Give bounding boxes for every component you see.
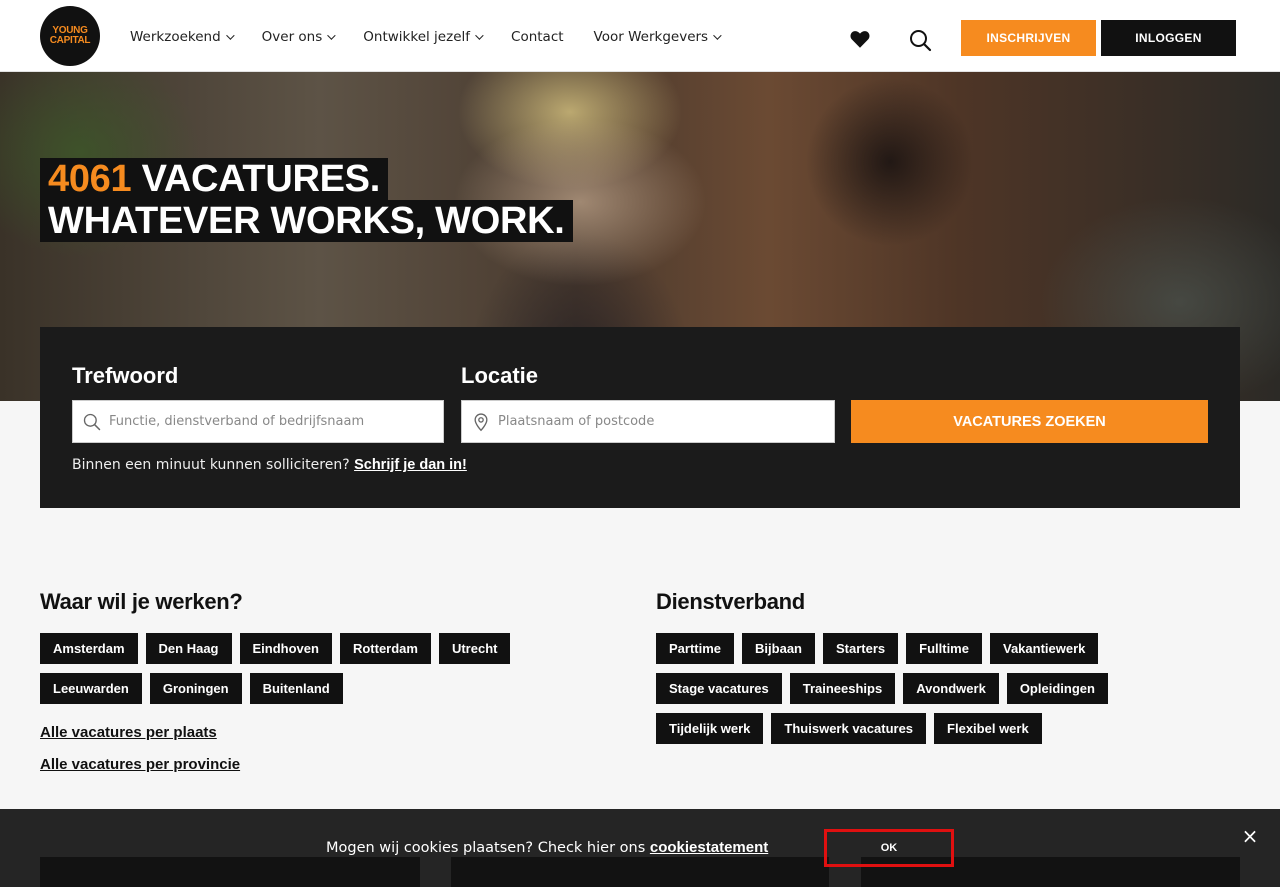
cookie-text: Mogen wij cookies plaatsen? Check hier o… [326, 840, 650, 856]
employment-tag[interactable]: Starters [823, 633, 899, 664]
employment-tag[interactable]: Avondwerk [903, 673, 999, 704]
hero-title: 4061 VACATURES. WHATEVER WORKS, WORK. [40, 158, 573, 242]
signup-link[interactable]: Schrijf je dan in! [354, 457, 467, 473]
employment-tag[interactable]: Traineeships [789, 673, 896, 704]
keyword-placeholder: Functie, dienstverband of bedrijfsnaam [109, 414, 365, 429]
login-button[interactable]: INLOGGEN [1101, 20, 1236, 56]
signup-button[interactable]: INSCHRIJVEN [961, 20, 1096, 56]
location-tags: Amsterdam Den Haag Eindhoven Rotterdam U… [40, 633, 560, 704]
employment-tag[interactable]: Fulltime [906, 633, 982, 664]
location-tag[interactable]: Leeuwarden [40, 673, 142, 704]
location-tag[interactable]: Groningen [149, 673, 242, 704]
hero-line-1: 4061 VACATURES. [40, 158, 388, 200]
vacancy-search-panel: Trefwoord Functie, dienstverband of bedr… [40, 327, 1240, 508]
logo-text-capital: CAPITAL [49, 35, 91, 46]
location-tag[interactable]: Rotterdam [339, 633, 431, 664]
keyword-input[interactable]: Functie, dienstverband of bedrijfsnaam [72, 400, 444, 443]
nav-item-label: Ontwikkel jezelf [363, 29, 471, 45]
hero-line-2: WHATEVER WORKS, WORK. [40, 200, 573, 242]
nav-item-ontwikkel-jezelf[interactable]: Ontwikkel jezelf [363, 27, 484, 47]
keyword-label: Trefwoord [72, 363, 179, 388]
chevron-down-icon [327, 31, 336, 40]
chevron-down-icon [713, 31, 722, 40]
location-tag[interactable]: Buitenland [249, 673, 343, 704]
chevron-down-icon [225, 31, 235, 40]
nav-item-label: Werkzoekend [130, 29, 221, 45]
employment-tag[interactable]: Parttime [656, 633, 735, 664]
nav-item-label: Over ons [261, 29, 323, 45]
search-icon[interactable] [908, 28, 932, 52]
nav-item-label: Voor Werkgevers [593, 29, 709, 45]
employment-tag[interactable]: Bijbaan [742, 633, 815, 664]
employment-tag[interactable]: Flexibel werk [934, 713, 1042, 744]
locations-title: Waar wil je werken? [40, 589, 243, 614]
chevron-down-icon [475, 31, 484, 40]
all-vacancies-per-province-link[interactable]: Alle vacatures per provincie [40, 756, 240, 773]
location-pin-icon [474, 413, 488, 432]
cookie-message: Mogen wij cookies plaatsen? Check hier o… [326, 839, 768, 856]
nav-item-contact[interactable]: Contact [511, 27, 564, 47]
site-header: YOUNG CAPITAL Werkzoekend Over ons Ontwi… [0, 0, 1280, 72]
cookie-ok-button[interactable]: OK [824, 829, 954, 867]
location-input[interactable]: Plaatsnaam of postcode [461, 400, 835, 443]
location-tag[interactable]: Eindhoven [239, 633, 332, 664]
nav-item-label: Contact [511, 29, 564, 45]
employment-tags: Parttime Bijbaan Starters Fulltime Vakan… [656, 633, 1156, 744]
employment-tag[interactable]: Stage vacatures [656, 673, 782, 704]
location-placeholder: Plaatsnaam of postcode [498, 414, 655, 429]
nav-item-voor-werkgevers[interactable]: Voor Werkgevers [593, 27, 722, 47]
employment-tag[interactable]: Thuiswerk vacatures [771, 713, 927, 744]
employment-title: Dienstverband [656, 589, 805, 614]
cookie-banner: Mogen wij cookies plaatsen? Check hier o… [0, 809, 1280, 887]
employment-tag[interactable]: Opleidingen [1006, 673, 1108, 704]
heart-icon[interactable] [849, 28, 871, 50]
employment-tag[interactable]: Vakantiewerk [989, 633, 1099, 664]
close-icon[interactable]: × [1240, 826, 1260, 846]
vacancy-count: 4061 [48, 158, 132, 200]
signup-note-text: Binnen een minuut kunnen solliciteren? [72, 457, 355, 473]
youngcapital-logo[interactable]: YOUNG CAPITAL [40, 6, 100, 66]
main-nav: Werkzoekend Over ons Ontwikkel jezelf Co… [130, 27, 749, 47]
location-tag[interactable]: Den Haag [145, 633, 232, 664]
search-icon [83, 413, 101, 431]
search-vacancies-button[interactable]: VACATURES ZOEKEN [851, 400, 1208, 443]
location-label: Locatie [461, 363, 539, 388]
cookie-statement-link[interactable]: cookiestatement [650, 839, 768, 856]
nav-item-werkzoekend[interactable]: Werkzoekend [130, 27, 235, 47]
employment-tag[interactable]: Tijdelijk werk [656, 713, 764, 744]
hero-line-1-text: VACATURES. [131, 158, 381, 200]
location-tag[interactable]: Amsterdam [40, 633, 138, 664]
signup-note: Binnen een minuut kunnen solliciteren? S… [72, 457, 467, 473]
nav-item-over-ons[interactable]: Over ons [261, 27, 336, 47]
all-vacancies-per-city-link[interactable]: Alle vacatures per plaats [40, 724, 217, 741]
location-tag[interactable]: Utrecht [438, 633, 511, 664]
